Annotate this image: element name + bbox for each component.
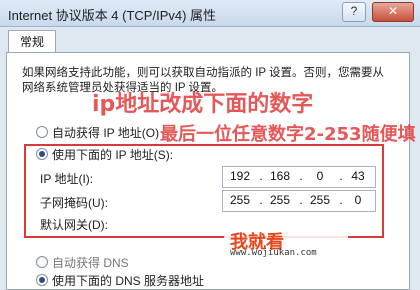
ip-address-field[interactable]: 192 . 168 . 0 . 43 <box>222 166 376 188</box>
annotation-line-1: ip地址改成下面的数字 <box>92 92 314 117</box>
ip-octet-4[interactable]: 43 <box>343 169 373 183</box>
ip-address-label: IP 地址(I): <box>40 172 94 186</box>
auto-ip-radio[interactable] <box>36 126 48 138</box>
mask-octet-4[interactable]: 0 <box>343 193 373 207</box>
mask-octet-1[interactable]: 255 <box>225 193 255 207</box>
close-icon: ✕ <box>387 4 399 18</box>
ip-dot: . <box>299 169 303 183</box>
subnet-mask-label: 子网掩码(U): <box>40 196 108 210</box>
manual-ip-radio[interactable] <box>36 148 48 160</box>
mask-octet-3[interactable]: 255 <box>305 193 335 207</box>
auto-dns-radio[interactable] <box>36 256 48 268</box>
tab-general-label: 常规 <box>19 35 44 49</box>
watermark-logo: 我就看 www.wojiukan.com <box>224 226 348 262</box>
mask-dot: . <box>259 193 263 207</box>
watermark-url: www.wojiukan.com <box>230 248 317 258</box>
mask-dot: . <box>299 193 303 207</box>
gateway-label: 默认网关(D): <box>40 218 108 232</box>
help-button[interactable]: ? <box>342 2 366 22</box>
ip-octet-2[interactable]: 168 <box>265 169 295 183</box>
ip-dot: . <box>259 169 263 183</box>
title-bar: Internet 协议版本 4 (TCP/IPv4) 属性 ? ✕ <box>0 0 420 27</box>
manual-dns-radio[interactable] <box>36 274 48 286</box>
ip-octet-1[interactable]: 192 <box>225 169 255 183</box>
manual-ip-label: 使用下面的 IP 地址(S): <box>52 148 174 162</box>
auto-ip-label: 自动获得 IP 地址(O) <box>52 126 160 140</box>
mask-octet-2[interactable]: 255 <box>265 193 295 207</box>
annotation-line-2: 最后一位任意数字2-253随便填 <box>160 124 416 145</box>
window-title: Internet 协议版本 4 (TCP/IPv4) 属性 <box>8 8 217 23</box>
help-icon: ? <box>350 4 358 18</box>
ip-octet-3[interactable]: 0 <box>305 169 335 183</box>
tab-general[interactable]: 常规 <box>8 30 56 53</box>
subnet-mask-field[interactable]: 255 . 255 . 255 . 0 <box>222 190 376 212</box>
auto-dns-label: 自动获得 DNS <box>52 256 129 270</box>
close-button[interactable]: ✕ <box>372 2 414 22</box>
manual-dns-label: 使用下面的 DNS 服务器地址 <box>52 274 205 288</box>
